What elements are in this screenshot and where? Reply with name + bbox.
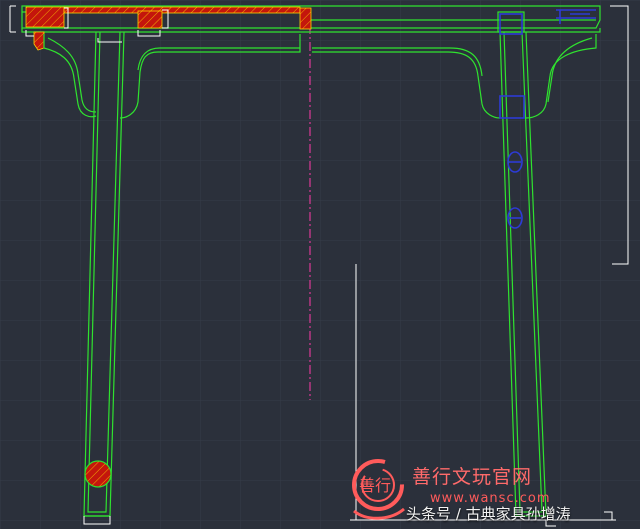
- cad-drawing-canvas[interactable]: [0, 0, 640, 529]
- hatch-center-block: [299, 7, 312, 30]
- model-space-grid: [0, 0, 640, 529]
- credit-caption: 头条号 / 古典家具孙增涛: [406, 505, 571, 523]
- hatch-tenon: [137, 10, 163, 29]
- hatch-left-end: [25, 6, 65, 28]
- foot-cross-section: [84, 460, 112, 488]
- hatch-top-strip: [63, 6, 301, 14]
- watermark-brand: 善行文玩官网: [412, 466, 533, 488]
- shanxing-logo: 善行: [352, 459, 405, 520]
- svg-text:善行: 善行: [359, 476, 391, 495]
